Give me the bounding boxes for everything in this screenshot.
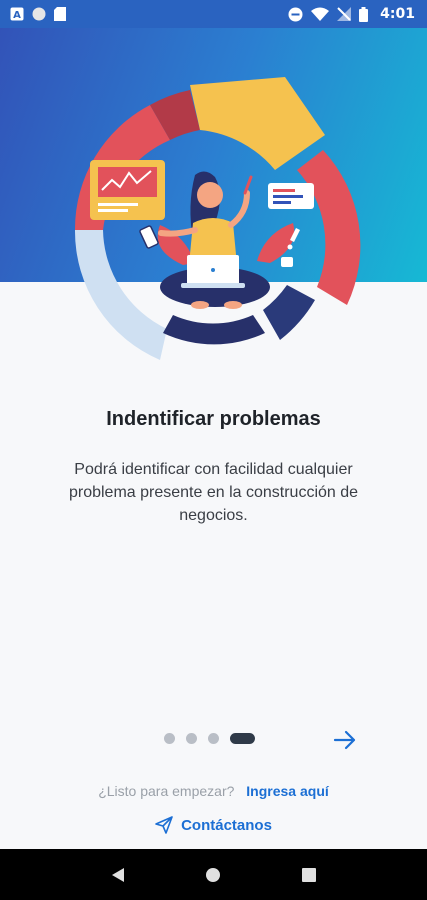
navigation-bar: [0, 849, 427, 900]
person-arm-left: [158, 227, 198, 237]
page-dot-active[interactable]: [230, 733, 255, 744]
ring-segment-yellow: [190, 77, 325, 170]
page-dot[interactable]: [208, 733, 219, 744]
next-arrow-icon[interactable]: [332, 727, 358, 753]
back-button[interactable]: [106, 863, 130, 887]
status-left-icons: A: [10, 7, 66, 21]
info-card-line: [273, 195, 303, 198]
exclamation-dot: [287, 244, 293, 250]
info-card-line: [273, 201, 291, 204]
ring-segment-navy-right: [263, 285, 315, 340]
chart-card-text-line: [98, 203, 138, 206]
sim-card-icon: [54, 7, 66, 21]
recents-button[interactable]: [297, 863, 321, 887]
status-bar: A 4:01: [0, 0, 427, 28]
hero-illustration: [74, 77, 361, 360]
send-icon: [155, 816, 173, 834]
back-icon: [111, 867, 124, 882]
status-time: 4:01: [380, 6, 415, 22]
phone-illustration: [139, 225, 159, 249]
home-button[interactable]: [201, 863, 225, 887]
no-signal-icon: [337, 7, 352, 21]
laptop-base: [181, 283, 245, 288]
cup-illustration: [281, 257, 293, 267]
login-link[interactable]: Ingresa aquí: [246, 783, 328, 799]
circle-icon: [32, 7, 46, 21]
person-arm-raised: [228, 190, 250, 228]
battery-icon: [359, 6, 369, 22]
ring-segment-navy-bottom: [163, 315, 265, 345]
page-dot[interactable]: [186, 733, 197, 744]
laptop-logo: [211, 268, 215, 272]
slide-description: Podrá identificar con facilidad cualquie…: [68, 461, 359, 524]
status-right-icons: 4:01: [288, 6, 415, 22]
page-indicator: [164, 733, 255, 744]
person-foot: [224, 301, 242, 309]
wifi-icon: [311, 7, 330, 21]
do-not-disturb-icon: [288, 7, 303, 21]
recents-icon: [302, 867, 317, 882]
home-icon: [206, 867, 221, 882]
ring-segment-red-right: [297, 150, 361, 305]
chart-card-screen: [98, 167, 157, 197]
login-prompt: ¿Listo para empezar? Ingresa aquí: [0, 783, 427, 799]
slide-title: Indentificar problemas: [106, 408, 321, 430]
ring-segment-light-blue: [74, 230, 167, 360]
contact-button[interactable]: Contáctanos: [0, 816, 427, 834]
info-card-line: [273, 189, 295, 192]
person-head: [197, 182, 223, 208]
svg-text:A: A: [13, 10, 21, 21]
page-dot[interactable]: [164, 733, 175, 744]
login-question: ¿Listo para empezar?: [98, 783, 235, 799]
contact-label: Contáctanos: [181, 816, 272, 834]
chart-card-text-line: [98, 209, 128, 212]
person-foot: [191, 301, 209, 309]
a-icon: A: [10, 7, 24, 21]
